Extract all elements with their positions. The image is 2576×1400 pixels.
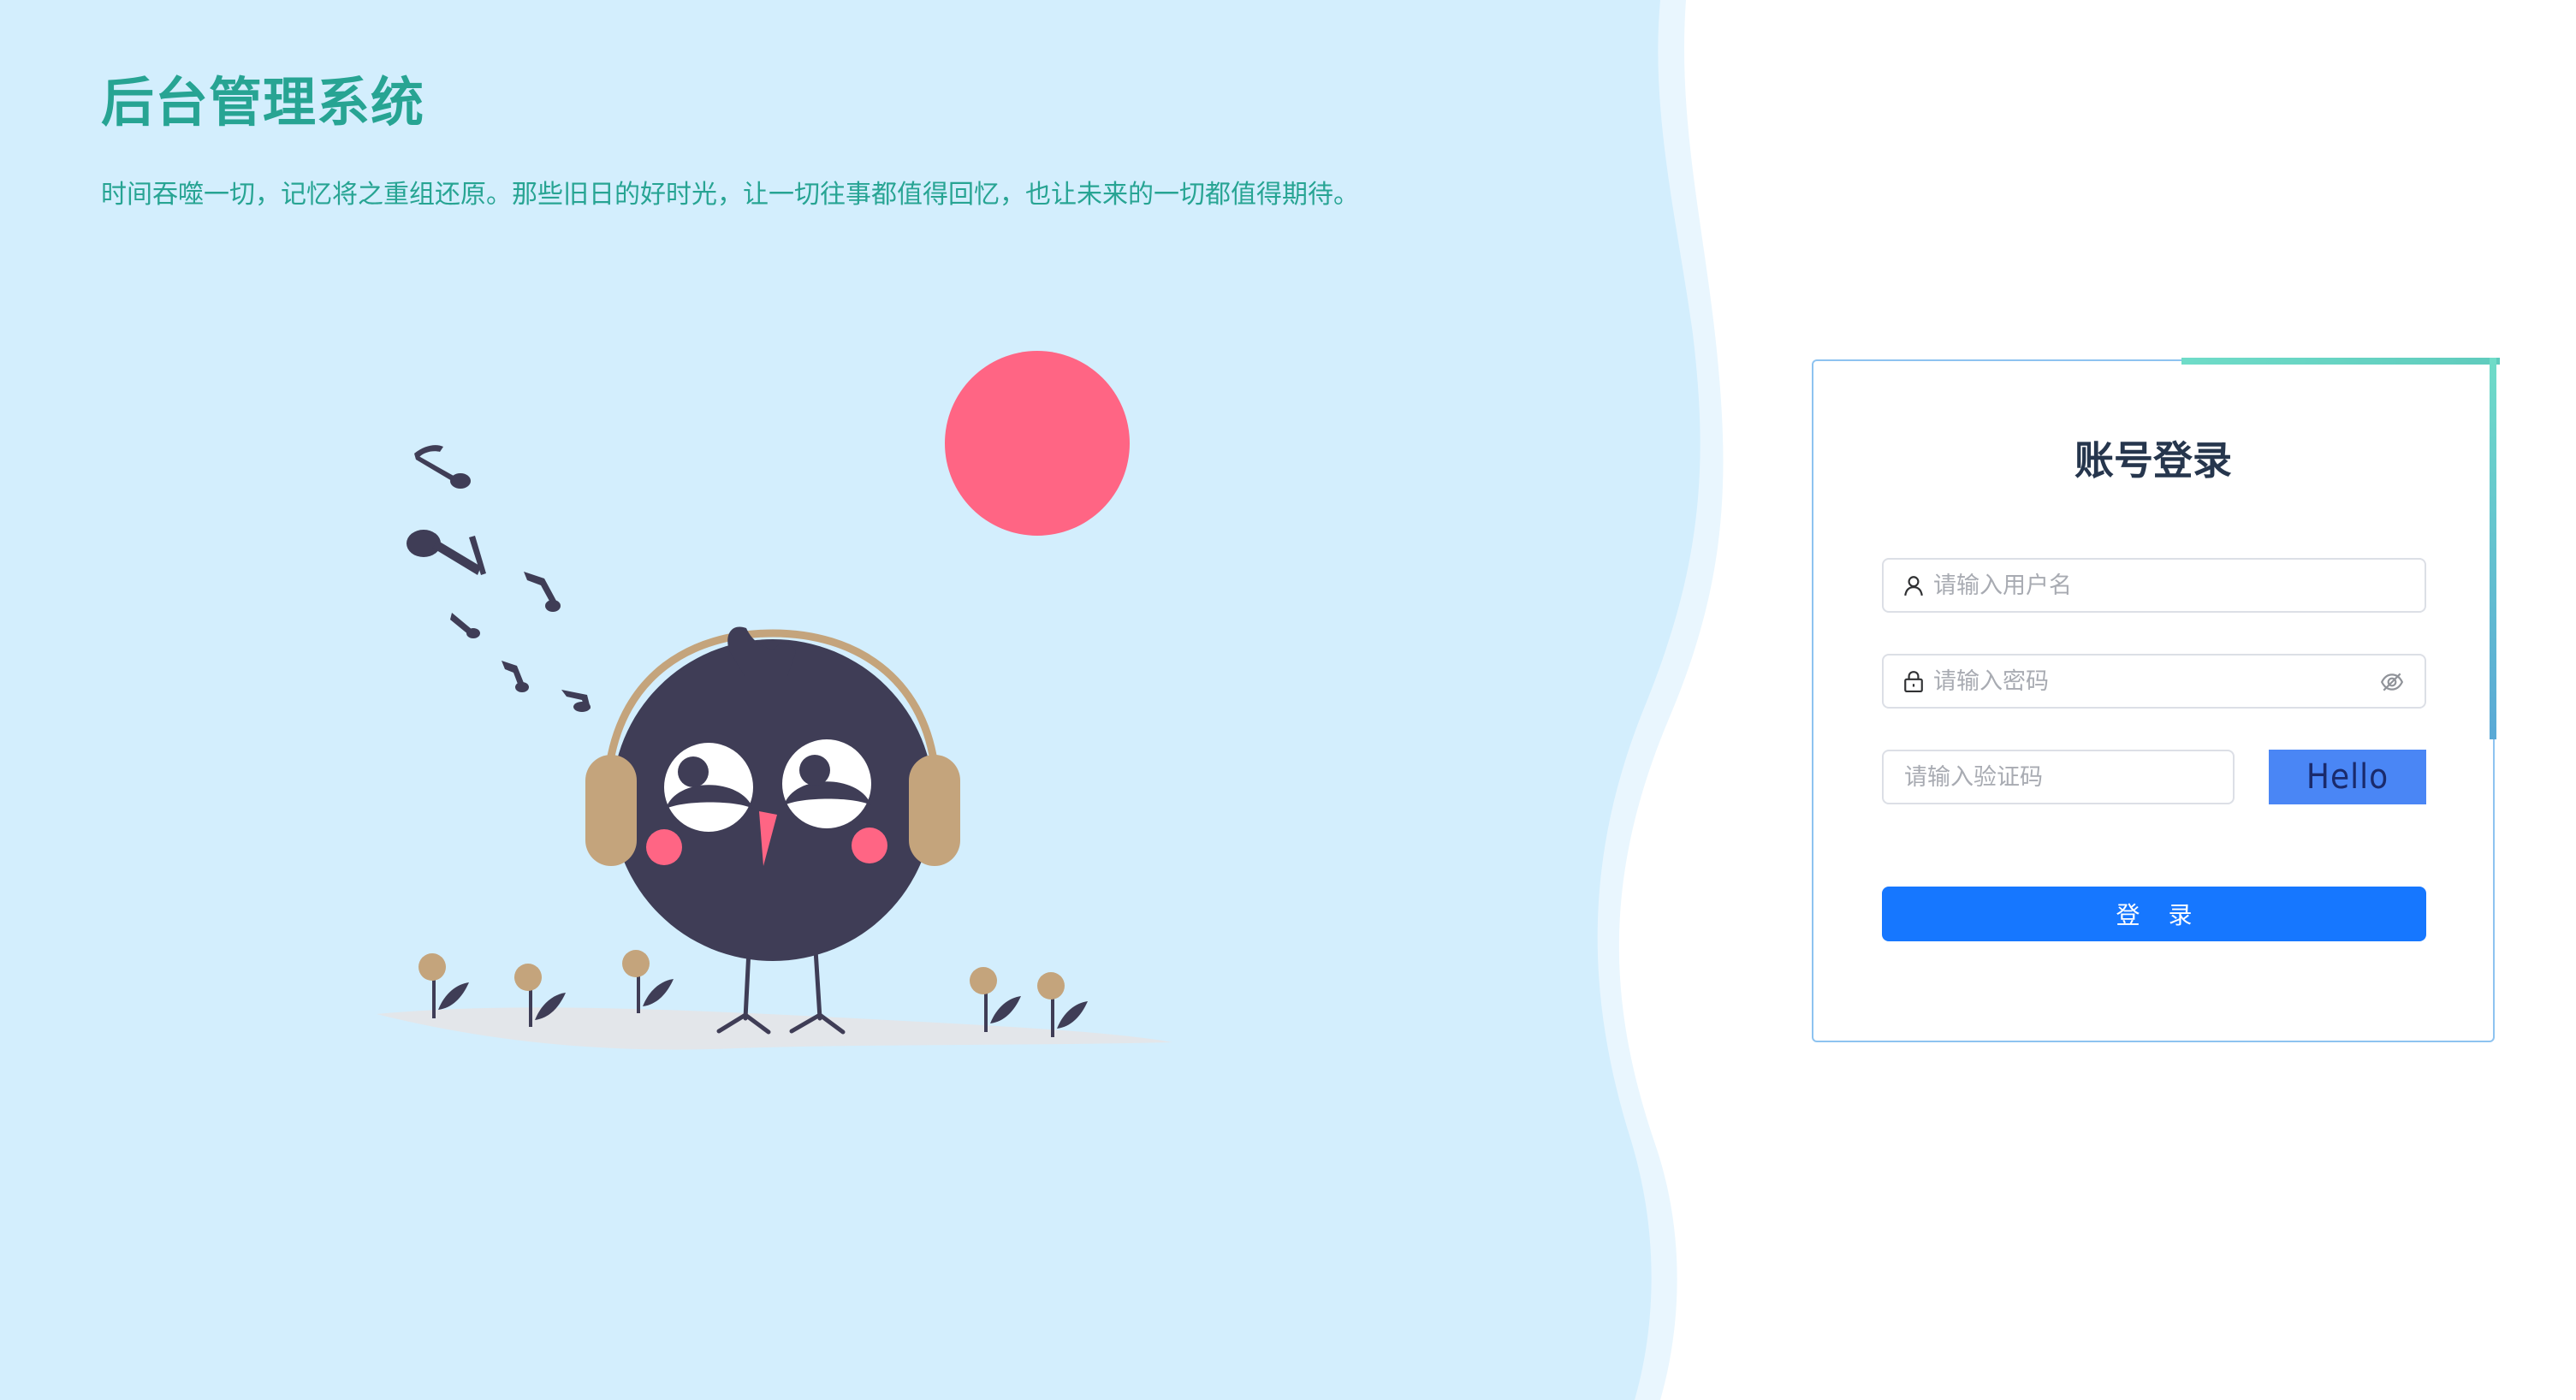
eye-off-icon[interactable] [2380, 671, 2404, 693]
bird-cheek-left [646, 829, 682, 865]
bird-cheek-right [852, 828, 887, 863]
login-heading: 账号登录 [2074, 437, 2232, 483]
captcha-input[interactable] [1884, 751, 2233, 803]
password-field [1882, 654, 2426, 709]
music-notes [407, 445, 591, 712]
bird-illustration [377, 351, 1172, 1050]
login-button[interactable]: 登 录 [1882, 887, 2426, 941]
card-accent-right [2490, 358, 2496, 739]
sun-circle [945, 351, 1130, 536]
password-input[interactable] [1884, 656, 2425, 707]
app-title: 后台管理系统 [101, 71, 425, 133]
headphone-right-cup [909, 755, 960, 866]
captcha-image[interactable]: Hello [2269, 750, 2426, 804]
bird-body [612, 639, 934, 961]
card-accent-top [2181, 358, 2500, 365]
headphone-left-cup [585, 755, 637, 866]
captcha-field [1882, 750, 2235, 804]
app-subtitle: 时间吞噬一切，记忆将之重组还原。那些旧日的好时光，让一切往事都值得回忆，也让未来… [101, 180, 1359, 210]
login-page: 后台管理系统 时间吞噬一切，记忆将之重组还原。那些旧日的好时光，让一切往事都值得… [0, 0, 2576, 1400]
username-field [1882, 558, 2426, 613]
username-input[interactable] [1884, 560, 2425, 611]
login-card: 账号登录 Hello 登 录 [1812, 358, 2500, 1042]
